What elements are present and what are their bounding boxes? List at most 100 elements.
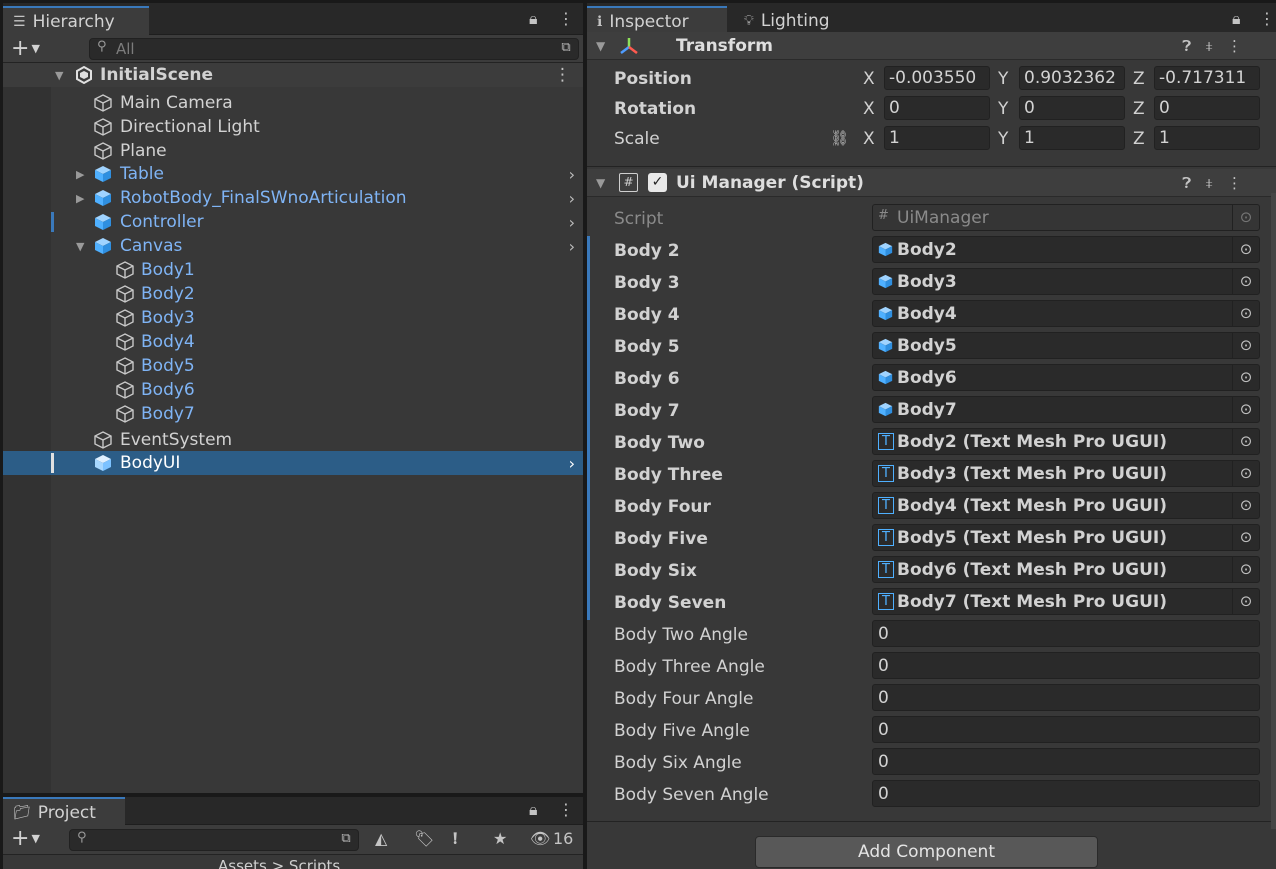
field-body-seven-angle[interactable]: 0 <box>872 780 1260 807</box>
hierarchy-search-input[interactable]: ⚲ All ⧉ <box>89 38 579 60</box>
field-body-five-angle[interactable]: 0 <box>872 716 1260 743</box>
search-window-icon[interactable]: ⧉ <box>556 40 576 58</box>
scale-y-field[interactable]: 1 <box>1019 126 1125 150</box>
chevron-right-icon[interactable]: › <box>569 213 575 232</box>
component-enabled-checkbox[interactable]: ✓ <box>648 173 667 192</box>
scene-row[interactable]: ▼ InitialScene ⋮ <box>3 63 583 87</box>
kebab-menu-icon[interactable]: ⋮ <box>1259 9 1275 28</box>
rotation-y-field[interactable]: 0 <box>1019 96 1125 120</box>
component-header-icons[interactable]: ❓︎⧧⋮ <box>1182 174 1256 192</box>
tab-project[interactable]: 📁︎ Project <box>3 797 125 826</box>
collapse-arrow-icon[interactable]: ▼ <box>76 240 84 253</box>
help-icon[interactable]: ❓︎ <box>1182 37 1205 55</box>
component-kebab-icon[interactable]: ⋮ <box>1227 37 1256 55</box>
object-picker-icon[interactable]: ⊙ <box>1232 461 1259 486</box>
help-icon[interactable]: ❓︎ <box>1182 174 1205 192</box>
rotation-z-label[interactable]: Z <box>1133 99 1145 119</box>
expand-arrow-icon[interactable]: ▼ <box>55 69 63 82</box>
scale-x-field[interactable]: 1 <box>884 126 990 150</box>
project-breadcrumb[interactable]: Assets > Scripts <box>218 857 340 869</box>
console-warning-icon[interactable]: ❗︎ <box>453 829 457 849</box>
kebab-menu-icon[interactable]: ⋮ <box>558 800 574 819</box>
scale-x-label[interactable]: X <box>863 129 875 149</box>
hierarchy-item-body1[interactable]: Body1 <box>3 258 583 282</box>
position-y-field[interactable]: 0.9032362 <box>1019 66 1125 90</box>
hierarchy-item-bodyui[interactable]: BodyUI › <box>3 451 583 475</box>
object-picker-icon[interactable]: ⊙ <box>1232 269 1259 294</box>
position-y-label[interactable]: Y <box>998 69 1008 89</box>
field-body-five[interactable]: T Body5 (Text Mesh Pro UGUI) ⊙ <box>872 524 1260 551</box>
component-header-icons[interactable]: ❓︎⧧⋮ <box>1182 37 1256 55</box>
scale-z-label[interactable]: Z <box>1133 129 1145 149</box>
field-body-seven[interactable]: T Body7 (Text Mesh Pro UGUI) ⊙ <box>872 588 1260 615</box>
hierarchy-item-body6[interactable]: Body6 <box>3 378 583 402</box>
object-picker-icon[interactable]: ⊙ <box>1232 557 1259 582</box>
object-picker-icon[interactable]: ⊙ <box>1232 493 1259 518</box>
create-button[interactable]: + ▼ <box>11 826 40 851</box>
hierarchy-item-body4[interactable]: Body4 <box>3 330 583 354</box>
hierarchy-item-body7[interactable]: Body7 <box>3 402 583 426</box>
rotation-y-label[interactable]: Y <box>998 99 1008 119</box>
hierarchy-item-robotbody[interactable]: ▶ RobotBody_FinalSWnoArticulation › <box>3 186 583 210</box>
object-picker-icon[interactable]: ⊙ <box>1232 397 1259 422</box>
position-x-label[interactable]: X <box>863 69 875 89</box>
field-body-three-angle[interactable]: 0 <box>872 652 1260 679</box>
field-body-3[interactable]: Body3 ⊙ <box>872 268 1260 295</box>
field-body-6[interactable]: Body6 ⊙ <box>872 364 1260 391</box>
lock-icon[interactable]: 🔒︎ <box>529 800 538 820</box>
scale-z-field[interactable]: 1 <box>1154 126 1260 150</box>
lock-icon[interactable]: 🔒︎ <box>1232 9 1241 29</box>
ui-manager-header[interactable]: ▼ # ✓ Ui Manager (Script) ❓︎⧧⋮ <box>587 169 1276 197</box>
presets-icon[interactable]: ⧧ <box>1205 37 1227 55</box>
hierarchy-item-controller[interactable]: Controller › <box>3 210 583 234</box>
field-body-four[interactable]: T Body4 (Text Mesh Pro UGUI) ⊙ <box>872 492 1260 519</box>
chevron-right-icon[interactable]: › <box>569 165 575 184</box>
kebab-menu-icon[interactable]: ⋮ <box>558 9 574 28</box>
field-body-six-angle[interactable]: 0 <box>872 748 1260 775</box>
chevron-right-icon[interactable]: › <box>569 454 575 473</box>
rotation-x-field[interactable]: 0 <box>884 96 990 120</box>
field-body-5[interactable]: Body5 ⊙ <box>872 332 1260 359</box>
search-window-icon[interactable]: ⧉ <box>336 831 356 849</box>
tab-hierarchy[interactable]: ☰ Hierarchy <box>3 6 149 35</box>
hierarchy-item-body3[interactable]: Body3 <box>3 306 583 330</box>
transform-header[interactable]: ▼ Transform ❓︎⧧⋮ <box>587 32 1276 60</box>
constrain-proportions-icon[interactable]: ⛓︎ <box>830 129 849 147</box>
create-button[interactable]: + ▼ <box>11 36 40 61</box>
hierarchy-item-main-camera[interactable]: Main Camera <box>3 91 583 115</box>
object-picker-icon[interactable]: ⊙ <box>1232 525 1259 550</box>
component-kebab-icon[interactable]: ⋮ <box>1227 174 1256 192</box>
hierarchy-item-eventsystem[interactable]: EventSystem <box>3 428 583 452</box>
field-body-two-angle[interactable]: 0 <box>872 620 1260 647</box>
object-picker-icon[interactable]: ⊙ <box>1232 365 1259 390</box>
favorites-star-icon[interactable]: ★ <box>493 829 507 848</box>
add-component-button[interactable]: Add Component <box>755 836 1098 868</box>
fold-arrow-icon[interactable]: ▼ <box>596 176 605 190</box>
presets-icon[interactable]: ⧧ <box>1205 174 1227 192</box>
field-body-three[interactable]: T Body3 (Text Mesh Pro UGUI) ⊙ <box>872 460 1260 487</box>
project-search-input[interactable]: ⚲ ⧉ <box>69 829 359 851</box>
object-picker-icon[interactable]: ⊙ <box>1232 301 1259 326</box>
hidden-eye-icon[interactable]: 👁︎ <box>530 829 550 848</box>
object-picker-icon[interactable]: ⊙ <box>1232 237 1259 262</box>
field-body-4[interactable]: Body4 ⊙ <box>872 300 1260 327</box>
expand-arrow-icon[interactable]: ▶ <box>76 168 84 181</box>
field-body-six[interactable]: T Body6 (Text Mesh Pro UGUI) ⊙ <box>872 556 1260 583</box>
chevron-right-icon[interactable]: › <box>569 237 575 256</box>
object-picker-icon[interactable]: ⊙ <box>1232 589 1259 614</box>
tab-lighting[interactable]: 💡︎ Lighting <box>734 6 854 35</box>
hierarchy-item-directional-light[interactable]: Directional Light <box>3 115 583 139</box>
lock-icon[interactable]: 🔒︎ <box>529 9 538 29</box>
object-picker-icon[interactable]: ⊙ <box>1232 429 1259 454</box>
hierarchy-item-table[interactable]: ▶ Table › <box>3 162 583 186</box>
field-body-two[interactable]: T Body2 (Text Mesh Pro UGUI) ⊙ <box>872 428 1260 455</box>
chevron-right-icon[interactable]: › <box>569 189 575 208</box>
hierarchy-item-plane[interactable]: Plane <box>3 139 583 163</box>
filter-by-label-icon[interactable]: 🏷︎ <box>414 829 434 848</box>
fold-arrow-icon[interactable]: ▼ <box>596 39 605 53</box>
rotation-x-label[interactable]: X <box>863 99 875 119</box>
object-picker-icon[interactable]: ⊙ <box>1232 333 1259 358</box>
field-body-2[interactable]: Body2 ⊙ <box>872 236 1260 263</box>
position-z-label[interactable]: Z <box>1133 69 1145 89</box>
hierarchy-item-canvas[interactable]: ▼ Canvas › <box>3 234 583 258</box>
